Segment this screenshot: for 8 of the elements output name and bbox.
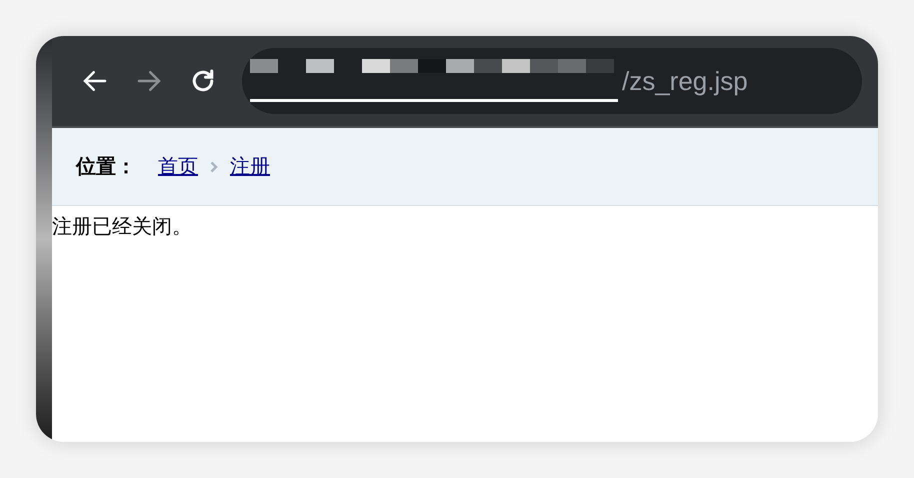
message-text: 注册已经关闭。 bbox=[52, 216, 192, 238]
breadcrumb-link[interactable]: 注册 bbox=[230, 152, 270, 182]
address-bar[interactable]: /zs_reg.jsp bbox=[242, 48, 862, 114]
location-label: 位置： bbox=[76, 154, 136, 180]
redacted-icon bbox=[250, 59, 618, 103]
url-text: /zs_reg.jsp bbox=[622, 64, 748, 98]
breadcrumb-link[interactable]: 首页 bbox=[158, 152, 198, 182]
chevron-icon bbox=[210, 160, 218, 172]
